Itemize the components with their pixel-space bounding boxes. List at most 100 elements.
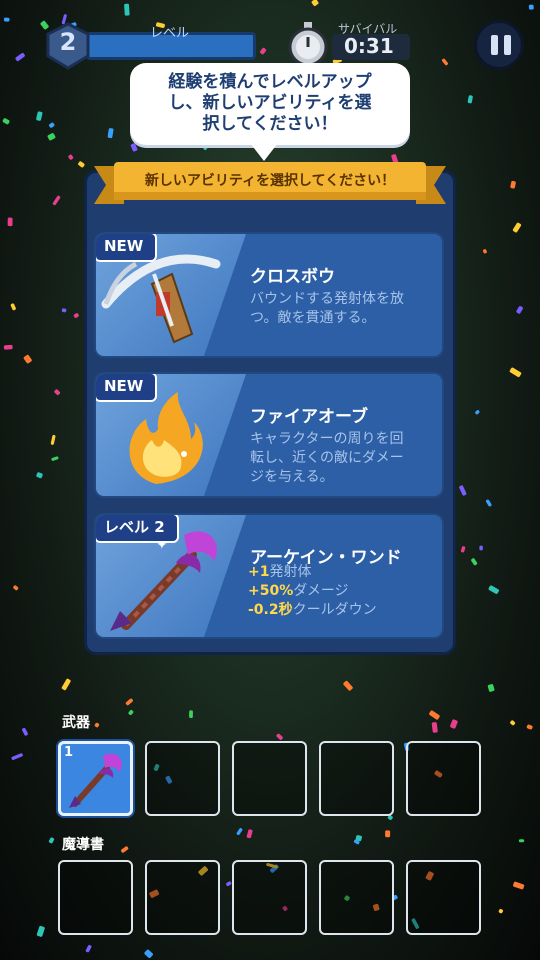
new-badge: NEW bbox=[96, 374, 158, 402]
confetti-piece bbox=[516, 306, 523, 314]
tome-slot-empty[interactable] bbox=[319, 860, 394, 935]
confetti-piece bbox=[51, 456, 59, 461]
confetti-piece bbox=[460, 546, 466, 553]
confetti-piece bbox=[54, 389, 61, 396]
ability-card-crossbow[interactable]: NEW クロスボウ バウンドする発射体を放 つ。敵を貫通する。 bbox=[94, 232, 444, 358]
slot-level: 1 bbox=[64, 745, 74, 760]
confetti-piece bbox=[11, 753, 23, 760]
tooltip-line: 択してください！ bbox=[202, 114, 338, 134]
ability-card-arcane-wand[interactable]: ✦ レベル 2 アーケイン・ワンド +1発射体 +50%ダメージ -0.2秒クー… bbox=[94, 513, 444, 639]
confetti-piece bbox=[85, 944, 92, 953]
confetti-piece bbox=[475, 410, 480, 415]
tome-slot-empty[interactable] bbox=[406, 860, 481, 935]
description-line: 転し、近くの敵にダメー bbox=[250, 450, 404, 466]
weapon-slot[interactable]: 1 bbox=[58, 741, 133, 816]
confetti-piece bbox=[355, 835, 362, 842]
pause-icon-bar bbox=[504, 35, 511, 55]
confetti-piece bbox=[487, 684, 495, 692]
level-up-tooltip: 経験を積んでレベルアップ し、新しいアビリティを選 択してください！ bbox=[130, 63, 410, 145]
pause-icon bbox=[491, 35, 498, 55]
confetti-piece bbox=[36, 111, 43, 121]
tome-slot-empty[interactable] bbox=[58, 860, 133, 935]
weapon-slot-empty[interactable] bbox=[145, 741, 220, 816]
confetti-piece bbox=[509, 367, 522, 378]
confetti-piece bbox=[13, 585, 19, 591]
confetti-piece bbox=[441, 58, 448, 66]
stat-line: +50%ダメージ bbox=[248, 583, 349, 599]
stat-line: -0.2秒クールダウン bbox=[248, 602, 377, 618]
confetti-piece bbox=[276, 733, 283, 740]
confetti-piece bbox=[121, 846, 129, 853]
card-description: バウンドする発射体を放 つ。敵を貫通する。 bbox=[250, 290, 432, 328]
tooltip-line: 経験を積んでレベルアップ bbox=[168, 72, 372, 92]
description-line: つ。敵を貫通する。 bbox=[250, 310, 376, 326]
confetti-piece bbox=[36, 925, 45, 937]
stopwatch-icon bbox=[288, 22, 328, 67]
confetti-piece bbox=[48, 122, 55, 128]
confetti-piece bbox=[450, 719, 458, 729]
card-stats: +1発射体 +50%ダメージ -0.2秒クールダウン bbox=[248, 563, 377, 620]
confetti-piece bbox=[130, 143, 138, 152]
confetti-piece bbox=[47, 133, 56, 141]
confetti-piece bbox=[48, 837, 55, 844]
weapon-slot-empty[interactable] bbox=[232, 741, 307, 816]
confetti-piece bbox=[128, 709, 134, 716]
confetti-piece bbox=[15, 52, 25, 62]
confetti-piece bbox=[471, 558, 478, 566]
pause-button[interactable] bbox=[474, 20, 524, 70]
confetti-piece bbox=[7, 217, 13, 227]
card-description: キャラクターの周りを回 転し、近くの敵にダメー ジを与える。 bbox=[250, 430, 432, 487]
weapon-slot-empty[interactable] bbox=[319, 741, 394, 816]
confetti-piece bbox=[94, 722, 100, 728]
stat-line: +1発射体 bbox=[248, 564, 312, 580]
confetti-piece bbox=[144, 949, 153, 959]
confetti-piece bbox=[459, 485, 467, 496]
confetti-piece bbox=[73, 313, 79, 318]
confetti-piece bbox=[485, 499, 492, 507]
confetti-piece bbox=[61, 678, 71, 691]
confetti-piece bbox=[467, 95, 473, 104]
confetti-piece bbox=[498, 908, 504, 914]
tome-slot-empty[interactable] bbox=[232, 860, 307, 935]
confetti-piece bbox=[23, 354, 32, 364]
confetti-piece bbox=[246, 829, 253, 839]
description-line: キャラクターの周りを回 bbox=[250, 431, 404, 447]
confetti-piece bbox=[479, 545, 483, 551]
description-line: バウンドする発射体を放 bbox=[250, 291, 404, 307]
tooltip-line: し、新しいアビリティを選 bbox=[168, 93, 372, 113]
confetti-piece bbox=[3, 344, 13, 350]
level-number: 2 bbox=[59, 28, 77, 56]
confetti-piece bbox=[488, 585, 499, 594]
confetti-piece bbox=[189, 710, 193, 719]
confetti-piece bbox=[78, 161, 85, 168]
confetti-piece bbox=[385, 830, 391, 838]
confetti-piece bbox=[61, 308, 67, 313]
tomes-label: 魔導書 bbox=[62, 837, 104, 853]
confetti-piece bbox=[483, 249, 487, 254]
tooltip-tail bbox=[250, 143, 278, 161]
level-label: レベル bbox=[150, 26, 190, 41]
confetti-piece bbox=[36, 472, 43, 479]
confetti-piece bbox=[311, 0, 319, 7]
new-badge: NEW bbox=[96, 234, 158, 262]
confetti-piece bbox=[236, 828, 243, 836]
confetti-piece bbox=[3, 17, 10, 22]
confetti-piece bbox=[2, 118, 10, 125]
ability-card-fire-orb[interactable]: NEW ファイアオーブ キャラクターの周りを回 転し、近くの敵にダメー ジを与え… bbox=[94, 372, 444, 498]
weapon-slot-empty[interactable] bbox=[406, 741, 481, 816]
confetti-piece bbox=[260, 47, 267, 55]
confetti-piece bbox=[518, 839, 525, 843]
confetti-piece bbox=[353, 839, 360, 845]
card-title: ファイアオーブ bbox=[250, 407, 368, 427]
ribbon-text: 新しいアビリティを選択してください！ bbox=[144, 173, 396, 189]
weapons-label: 武器 bbox=[62, 715, 90, 731]
confetti-piece bbox=[107, 128, 114, 139]
confetti-piece bbox=[50, 434, 56, 445]
tome-slot-empty[interactable] bbox=[145, 860, 220, 935]
confetti-piece bbox=[343, 680, 353, 691]
confetti-piece bbox=[52, 195, 61, 206]
confetti-piece bbox=[510, 720, 516, 726]
confetti-piece bbox=[513, 881, 525, 890]
confetti-piece bbox=[431, 722, 438, 733]
confetti-piece bbox=[68, 154, 74, 160]
